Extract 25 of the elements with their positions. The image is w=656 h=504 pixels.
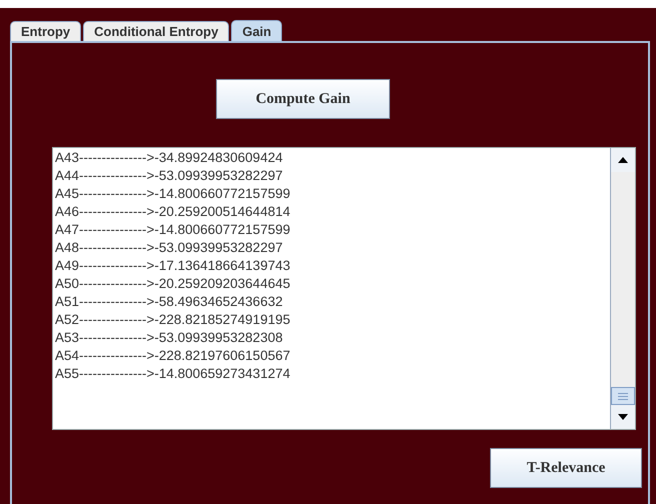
result-line: A48--------------->-53.09939953282297 [55, 239, 284, 257]
result-line: A47--------------->-14.800660772157599 [55, 221, 292, 239]
tab[interactable]: Entropy [10, 21, 82, 41]
result-line: A53--------------->-53.09939953282308 [55, 329, 284, 347]
result-line: A52--------------->-228.82185274919195 [55, 311, 292, 329]
result-line: A54--------------->-228.82197606150567 [55, 347, 292, 365]
result-line: A49--------------->-17.136418664139743 [55, 257, 292, 275]
result-line: A45--------------->-14.800660772157599 [55, 185, 292, 203]
result-line: A50--------------->-20.259209203644645 [55, 275, 292, 293]
grip-icon [618, 392, 628, 400]
tab[interactable]: Conditional Entropy [83, 21, 230, 41]
result-line: A46--------------->-20.259200514644814 [55, 203, 292, 221]
up-arrow-icon [618, 157, 628, 163]
tab[interactable]: Gain [231, 20, 282, 41]
scrollbar[interactable] [610, 148, 635, 429]
down-arrow-icon [618, 414, 628, 420]
scroll-thumb[interactable] [611, 387, 635, 405]
result-line: A51--------------->-58.49634652436632 [55, 293, 284, 311]
t-relevance-button[interactable]: T-Relevance [490, 448, 642, 488]
compute-gain-button[interactable]: Compute Gain [216, 79, 390, 119]
result-line: A55--------------->-14.800659273431274 [55, 365, 292, 383]
result-line: A43--------------->-34.89924830609424 [55, 149, 284, 167]
scroll-down-button[interactable] [611, 405, 635, 429]
result-line: A44--------------->-53.09939953282297 [55, 167, 284, 185]
scroll-up-button[interactable] [611, 148, 635, 172]
